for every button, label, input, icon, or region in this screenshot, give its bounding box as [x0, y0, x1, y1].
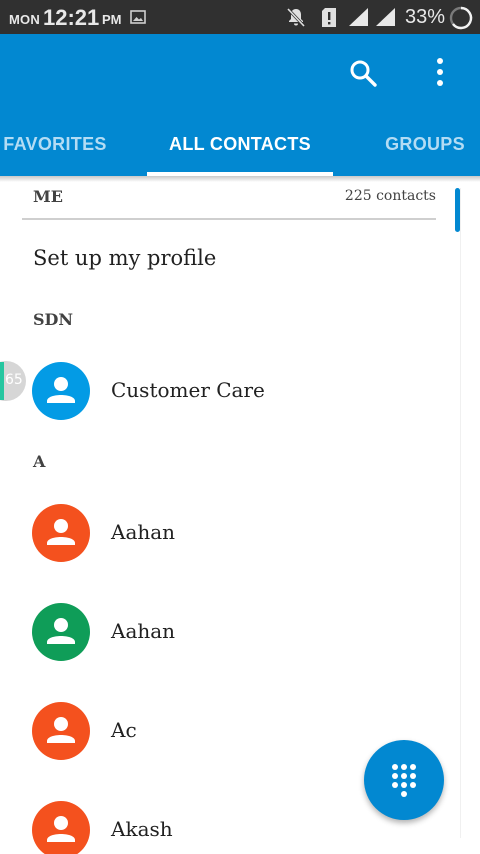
avatar [32, 362, 90, 420]
avatar [32, 504, 90, 562]
setup-profile-item[interactable]: Set up my profile [33, 246, 216, 270]
battery-percentage: 33% [405, 6, 446, 28]
contacts-count: 225 contacts [344, 188, 436, 204]
notifications-off-icon [286, 7, 306, 28]
sim-alert-icon [322, 8, 336, 27]
person-icon [47, 519, 75, 545]
person-icon [47, 717, 75, 743]
section-header-sdn: SDN [33, 310, 74, 329]
signal-icon [349, 8, 368, 26]
tab-favorites[interactable]: FAVORITES [0, 124, 110, 176]
person-icon [47, 377, 75, 403]
avatar [32, 702, 90, 760]
status-day: MON [9, 12, 40, 27]
side-badge-stripe [0, 362, 4, 400]
contact-name: Aahan [111, 520, 176, 544]
contact-name: Customer Care [111, 378, 265, 402]
side-badge[interactable]: 65 [0, 361, 28, 401]
scrollbar-track [460, 188, 461, 838]
app-bar: FAVORITES ALL CONTACTS GROUPS [0, 34, 480, 176]
dialpad-icon [392, 764, 416, 797]
signal-icon [376, 8, 395, 26]
section-header-a: A [33, 452, 46, 471]
more-vert-icon[interactable] [430, 56, 450, 90]
section-header-me: ME [33, 187, 63, 206]
contact-name: Ac [111, 718, 137, 742]
dialpad-button[interactable] [364, 740, 444, 820]
status-ampm: PM [102, 12, 122, 27]
contact-name: Akash [111, 817, 173, 841]
person-icon [47, 816, 75, 842]
tab-all-contacts[interactable]: ALL CONTACTS [147, 124, 333, 176]
avatar [32, 603, 90, 661]
divider [22, 218, 436, 220]
contact-row[interactable]: Customer Care [0, 346, 455, 436]
contact-row[interactable]: Aahan [0, 587, 455, 677]
image-icon [130, 10, 146, 24]
battery-charging-icon [449, 6, 473, 30]
search-icon[interactable] [346, 56, 380, 90]
status-time: 12:21 [43, 5, 100, 30]
contact-name: Aahan [111, 619, 176, 643]
contacts-screen: MON 12:21 PM 33% FAVORITES ALL CONTACTS … [0, 0, 480, 854]
tab-bar: FAVORITES ALL CONTACTS GROUPS [0, 124, 480, 176]
side-badge-count: 65 [5, 372, 23, 388]
status-bar: MON 12:21 PM 33% [0, 0, 480, 34]
tab-groups[interactable]: GROUPS [378, 124, 472, 176]
avatar [32, 801, 90, 854]
scrollbar-thumb[interactable] [455, 188, 460, 232]
person-icon [47, 618, 75, 644]
contact-row[interactable]: Aahan [0, 488, 455, 578]
